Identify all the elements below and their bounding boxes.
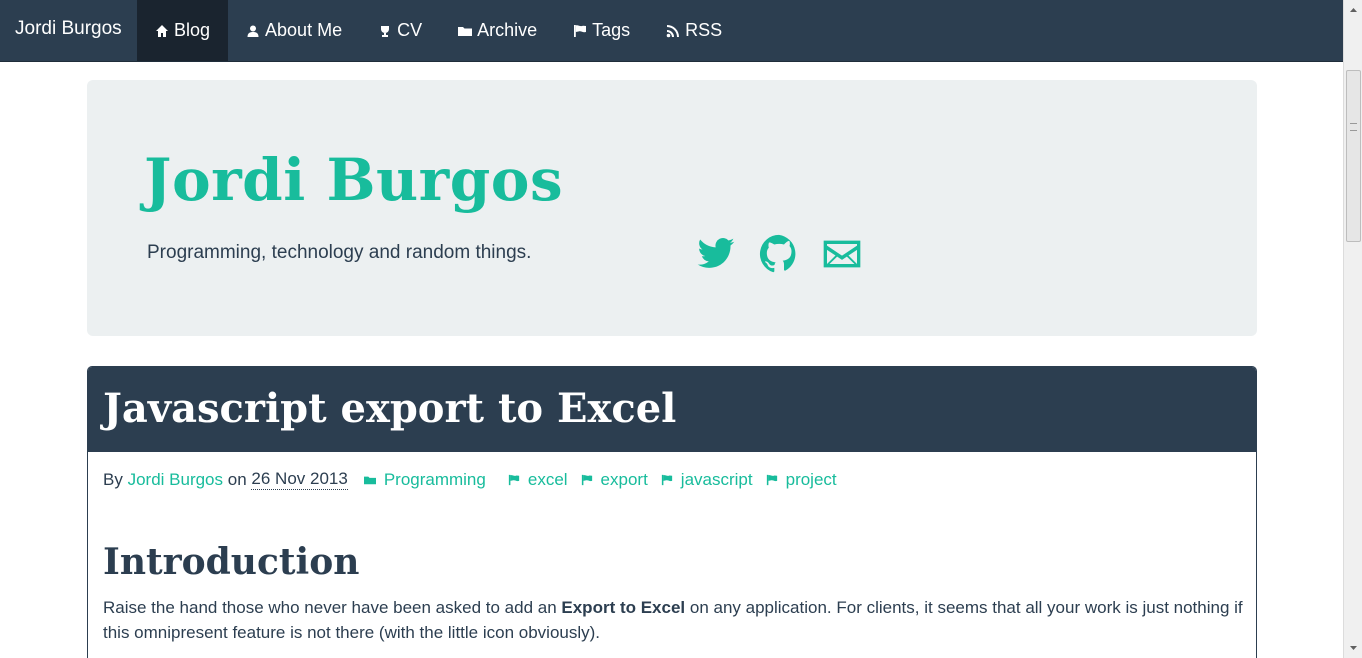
paragraph-text: Raise the hand those who never have been… <box>103 598 562 617</box>
nav-item-label: RSS <box>685 20 723 40</box>
rss-icon <box>666 24 680 38</box>
trophy-icon <box>378 24 392 38</box>
meta-by: By <box>103 469 123 489</box>
site-header: Jordi Burgos Programming, technology and… <box>87 80 1257 336</box>
nav-item-archive[interactable]: Archive <box>440 0 555 61</box>
meta-on: on <box>227 469 247 489</box>
folder-icon <box>458 24 473 38</box>
scroll-thumb[interactable] <box>1346 70 1361 242</box>
site-tagline: Programming, technology and random thing… <box>147 242 532 263</box>
nav-item-cv[interactable]: CV <box>360 0 440 61</box>
post-paragraph: Raise the hand those who never have been… <box>103 595 1243 645</box>
nav-item-label: Tags <box>592 20 631 40</box>
user-icon <box>246 24 260 38</box>
nav-item-label: CV <box>397 20 423 40</box>
tag-label: excel <box>527 469 568 489</box>
tag-link-project[interactable]: project <box>766 470 837 490</box>
tag-link-export[interactable]: export <box>581 470 648 490</box>
category-link[interactable]: Programming <box>363 469 486 490</box>
twitter-icon[interactable] <box>696 234 736 274</box>
site-title: Jordi Burgos <box>144 146 564 214</box>
nav-item-tags[interactable]: Tags <box>555 0 648 61</box>
flag-icon <box>508 474 520 485</box>
tag-link-javascript[interactable]: javascript <box>661 470 753 490</box>
nav-menu: Blog About Me CV Archive Tags RSS <box>137 0 740 61</box>
post-date: 26 Nov 2013 <box>251 469 348 490</box>
nav-item-rss[interactable]: RSS <box>648 0 740 61</box>
section-heading: Introduction <box>103 541 360 583</box>
tag-label: project <box>785 469 837 489</box>
post-panel: Javascript export to Excel By Jordi Burg… <box>87 366 1257 658</box>
tag-label: export <box>600 469 648 489</box>
social-links <box>696 234 885 274</box>
post-meta: By Jordi Burgos on 26 Nov 2013 Programmi… <box>103 469 837 490</box>
folder-icon <box>363 476 376 484</box>
paragraph-bold-text: Export to Excel <box>561 598 686 617</box>
mail-icon[interactable] <box>822 234 862 274</box>
top-navbar: Jordi Burgos Blog About Me CV Archive Ta… <box>0 0 1343 62</box>
flag-icon <box>766 474 777 485</box>
flag-icon <box>573 24 587 38</box>
scroll-up-arrow-icon[interactable] <box>1347 4 1360 17</box>
nav-item-label: Archive <box>477 20 538 40</box>
category-label: Programming <box>383 469 486 489</box>
flag-icon <box>581 474 592 485</box>
post-header: Javascript export to Excel <box>88 367 1256 452</box>
home-icon <box>155 24 169 38</box>
post-title[interactable]: Javascript export to Excel <box>103 385 676 432</box>
author-link[interactable]: Jordi Burgos <box>128 470 223 490</box>
vertical-scrollbar[interactable] <box>1343 0 1362 658</box>
nav-item-label: Blog <box>174 20 211 40</box>
navbar-brand[interactable]: Jordi Burgos <box>15 18 122 40</box>
tag-link-excel[interactable]: excel <box>508 470 568 490</box>
tag-label: javascript <box>680 469 753 489</box>
github-icon[interactable] <box>759 234 799 274</box>
scroll-down-arrow-icon[interactable] <box>1347 641 1360 654</box>
nav-item-label: About Me <box>265 20 343 40</box>
nav-item-blog[interactable]: Blog <box>137 0 229 61</box>
nav-item-about-me[interactable]: About Me <box>228 0 360 61</box>
flag-icon <box>661 474 672 485</box>
